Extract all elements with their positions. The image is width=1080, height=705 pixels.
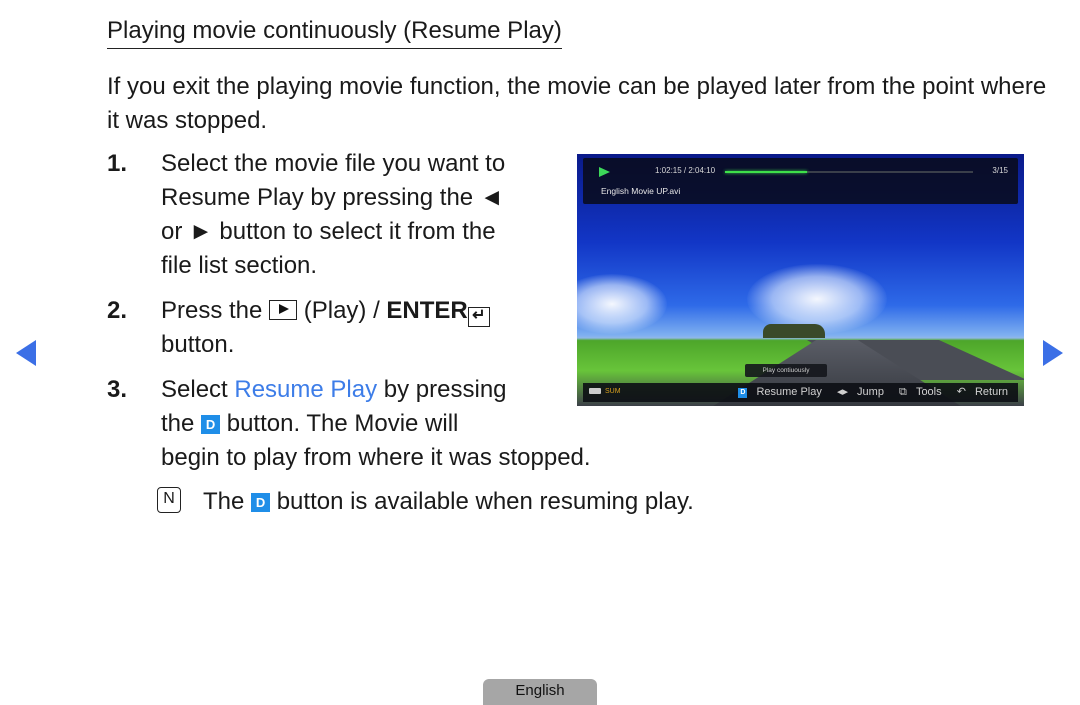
jump-action[interactable]: ◂▸ Jump: [831, 386, 884, 398]
playback-time: 1:02:15 / 2:04:10: [655, 166, 716, 175]
note-text: The D button is available when resuming …: [203, 485, 694, 519]
file-name: English Movie UP.avi: [601, 186, 681, 196]
d-button-icon: D: [251, 493, 271, 512]
step-line: Resume Play by pressing the ◄: [161, 184, 504, 211]
next-page-arrow-icon[interactable]: [1043, 340, 1063, 366]
step-line: or ► button to select it from the: [161, 218, 496, 245]
enter-icon: ↵: [467, 307, 490, 327]
tools-action[interactable]: ⧉ Tools: [893, 386, 942, 398]
d-button-icon: D: [201, 415, 221, 434]
progress-bar[interactable]: [725, 171, 973, 173]
step-text: begin to play from where it was stopped.: [161, 444, 591, 471]
step-line: Select the movie file you want to: [161, 150, 506, 177]
cloud: [577, 274, 667, 334]
play-continuously-tooltip: Play contiuously: [745, 364, 827, 377]
step-number: 1.: [107, 150, 128, 177]
device-name: SUM: [605, 388, 621, 395]
step-number: 2.: [107, 297, 128, 324]
play-status-icon: [599, 167, 610, 177]
section-title: Playing movie continuously (Resume Play): [107, 16, 562, 49]
jump-label: Jump: [857, 386, 884, 398]
step-text: Press the: [161, 297, 263, 324]
tools-label: Tools: [915, 386, 942, 398]
step-number: 3.: [107, 376, 128, 403]
return-icon: ↶: [956, 386, 966, 398]
step-text: the: [161, 410, 195, 437]
resume-play-highlight: Resume Play: [234, 376, 378, 403]
usb-device-icon: [589, 388, 601, 394]
step-text: button. The Movie will: [226, 410, 459, 437]
resume-play-label: Resume Play: [756, 386, 822, 398]
control-bar: SUM D Resume Play ◂▸ Jump ⧉ Tools ↶ Retu…: [583, 383, 1018, 402]
left-right-arrows-icon: ◂▸: [836, 386, 848, 398]
step-text: button.: [161, 331, 235, 358]
step-text: (Play) /: [303, 297, 380, 324]
return-action[interactable]: ↶ Return: [951, 386, 1008, 398]
note-prefix: The: [203, 488, 245, 515]
resume-play-action[interactable]: D Resume Play: [732, 386, 822, 398]
device-label: SUM: [589, 388, 621, 395]
tv-screenshot: 1:02:15 / 2:04:10 3/15 English Movie UP.…: [577, 154, 1024, 406]
file-count: 3/15: [992, 166, 1008, 175]
intro-paragraph: If you exit the playing movie function, …: [107, 73, 1047, 134]
step-line: file list section.: [161, 252, 318, 279]
return-label: Return: [974, 386, 1008, 398]
progress-fill: [725, 171, 807, 173]
step-text: by pressing: [383, 376, 507, 403]
step-text: Select: [161, 376, 228, 403]
language-tab[interactable]: English: [483, 679, 597, 705]
play-button-icon: [269, 300, 298, 320]
tools-icon: ⧉: [899, 386, 907, 398]
d-button-icon: D: [738, 388, 748, 398]
note-icon: N: [157, 487, 181, 513]
mesa-landscape: [763, 324, 825, 338]
playback-info-bar: 1:02:15 / 2:04:10 3/15 English Movie UP.…: [583, 158, 1018, 204]
note-suffix: button is available when resuming play.: [276, 488, 694, 515]
enter-label: ENTER: [386, 297, 468, 324]
previous-page-arrow-icon[interactable]: [16, 340, 36, 366]
